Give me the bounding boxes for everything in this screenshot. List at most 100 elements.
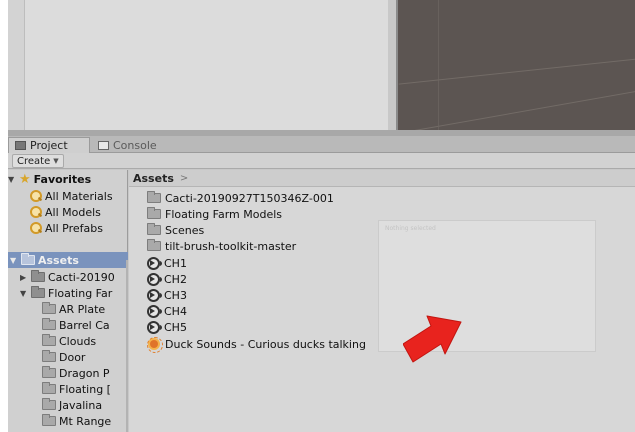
folder-icon xyxy=(42,318,56,330)
folder-icon xyxy=(42,366,56,378)
preview-label: Nothing selected xyxy=(385,225,436,232)
asset-item-ch4[interactable]: CH4 xyxy=(147,303,187,319)
tree-item-label: Javalina xyxy=(59,398,103,412)
project-assets-view: Assets > Cacti-20190927T150346Z-001 Floa… xyxy=(129,170,635,432)
tree-item-clouds[interactable]: Clouds xyxy=(42,333,96,349)
favorite-item-label: All Materials xyxy=(45,189,113,203)
tree-item-label: Floating [ xyxy=(59,382,111,396)
tree-item-label: AR Plate xyxy=(59,302,106,316)
expand-triangle-icon[interactable]: ▶ xyxy=(20,273,28,282)
tree-item-dragon[interactable]: Dragon P xyxy=(42,365,110,381)
audio-clip-icon xyxy=(147,304,162,318)
tree-item-label: Barrel Ca xyxy=(59,318,110,332)
chevron-down-icon: ▼ xyxy=(53,157,59,165)
asset-item-cacti-folder[interactable]: Cacti-20190927T150346Z-001 xyxy=(147,190,334,206)
unity-editor-window: Project Console Create ▼ ▼ ★ Favorites A… xyxy=(8,0,635,432)
folder-icon xyxy=(42,350,56,362)
asset-item-ch2[interactable]: CH2 xyxy=(147,271,187,287)
star-icon: ★ xyxy=(19,171,31,187)
folder-icon xyxy=(42,398,56,410)
assets-header[interactable]: ▼ Assets xyxy=(8,252,128,268)
tree-item-floating[interactable]: Floating [ xyxy=(42,381,111,397)
folder-icon xyxy=(42,334,56,346)
asset-item-duck-sounds[interactable]: Duck Sounds - Curious ducks talking xyxy=(147,336,366,353)
asset-item-label: CH1 xyxy=(164,256,187,270)
tree-item-barrel[interactable]: Barrel Ca xyxy=(42,317,110,333)
asset-item-ch3[interactable]: CH3 xyxy=(147,287,187,303)
favorite-item-all-prefabs[interactable]: All Prefabs xyxy=(30,220,103,236)
favorite-item-all-materials[interactable]: All Materials xyxy=(30,188,113,204)
create-button-label: Create xyxy=(17,155,51,167)
hierarchy-content xyxy=(24,0,388,130)
folder-icon xyxy=(42,302,56,314)
tree-item-ar-plate[interactable]: AR Plate xyxy=(42,301,105,317)
project-toolbar: Create ▼ xyxy=(8,153,635,169)
tree-item-label: Floating Far xyxy=(48,286,113,300)
panel-tabs: Project Console xyxy=(8,136,635,153)
red-arrow-icon xyxy=(403,315,462,363)
scene-grid-line xyxy=(398,56,635,85)
asset-item-label: Floating Farm Models xyxy=(165,207,283,221)
tab-project-label: Project xyxy=(30,139,68,152)
asset-item-label: Cacti-20190927T150346Z-001 xyxy=(165,191,334,205)
folder-icon xyxy=(15,141,26,150)
expand-triangle-icon[interactable]: ▼ xyxy=(10,256,18,265)
search-icon xyxy=(30,190,42,202)
tree-item-label: Mt Range xyxy=(59,414,112,428)
audio-source-icon xyxy=(147,337,163,353)
expand-triangle-icon[interactable]: ▼ xyxy=(8,175,16,184)
tree-item-label: Cacti-20190 xyxy=(48,270,115,284)
pane-splitter[interactable] xyxy=(126,260,128,432)
tree-item-label: Dragon P xyxy=(59,366,110,380)
search-icon xyxy=(30,222,42,234)
folder-icon xyxy=(147,239,161,251)
asset-item-ch5[interactable]: CH5 xyxy=(147,319,187,335)
project-tree: ▼ ★ Favorites All Materials All Models A… xyxy=(8,170,128,432)
tab-project[interactable]: Project xyxy=(8,137,90,153)
asset-item-floating-farm-models[interactable]: Floating Farm Models xyxy=(147,206,282,222)
favorites-label: Favorites xyxy=(33,172,92,186)
breadcrumb-separator: > xyxy=(179,172,189,184)
asset-item-label: CH3 xyxy=(164,288,187,302)
asset-item-ch1[interactable]: CH1 xyxy=(147,255,187,271)
breadcrumb: Assets > xyxy=(129,170,635,187)
tree-item-floating-farm[interactable]: ▼ Floating Far xyxy=(20,285,112,301)
folder-icon xyxy=(31,270,45,282)
folder-icon xyxy=(21,253,35,265)
tree-item-javalina[interactable]: Javalina xyxy=(42,397,102,413)
tree-item-cacti[interactable]: ▶ Cacti-20190 xyxy=(20,269,115,285)
expand-triangle-icon[interactable]: ▼ xyxy=(20,289,28,298)
audio-clip-icon xyxy=(147,272,162,286)
asset-item-label: CH5 xyxy=(164,320,187,334)
asset-item-tilt-brush[interactable]: tilt-brush-toolkit-master xyxy=(147,238,296,254)
tree-item-door[interactable]: Door xyxy=(42,349,85,365)
hierarchy-panel xyxy=(8,0,388,130)
tree-item-label: Door xyxy=(59,350,86,364)
folder-icon xyxy=(147,207,161,219)
tree-item-mt-range[interactable]: Mt Range xyxy=(42,413,111,429)
tree-item-label: Clouds xyxy=(59,334,97,348)
audio-clip-icon xyxy=(147,288,162,302)
scene-grid-line xyxy=(438,0,439,130)
tab-console[interactable]: Console xyxy=(92,137,172,153)
console-icon xyxy=(98,140,109,150)
audio-clip-icon xyxy=(147,256,162,270)
scene-grid-line xyxy=(399,87,635,130)
asset-item-label: tilt-brush-toolkit-master xyxy=(165,239,297,253)
folder-icon xyxy=(147,223,161,235)
favorite-item-label: All Prefabs xyxy=(45,221,103,235)
asset-item-label: CH4 xyxy=(164,304,187,318)
folder-icon xyxy=(147,191,161,203)
breadcrumb-assets[interactable]: Assets xyxy=(133,172,174,185)
favorite-item-all-models[interactable]: All Models xyxy=(30,204,101,220)
favorites-header[interactable]: ▼ ★ Favorites xyxy=(8,171,91,187)
scene-view[interactable] xyxy=(396,0,635,130)
folder-icon xyxy=(42,414,56,426)
asset-item-label: CH2 xyxy=(164,272,187,286)
folder-icon xyxy=(42,382,56,394)
audio-clip-icon xyxy=(147,320,162,334)
create-button[interactable]: Create ▼ xyxy=(12,154,64,168)
asset-item-label: Duck Sounds - Curious ducks talking xyxy=(165,337,366,351)
asset-item-scenes[interactable]: Scenes xyxy=(147,222,204,238)
asset-item-label: Scenes xyxy=(165,223,205,237)
